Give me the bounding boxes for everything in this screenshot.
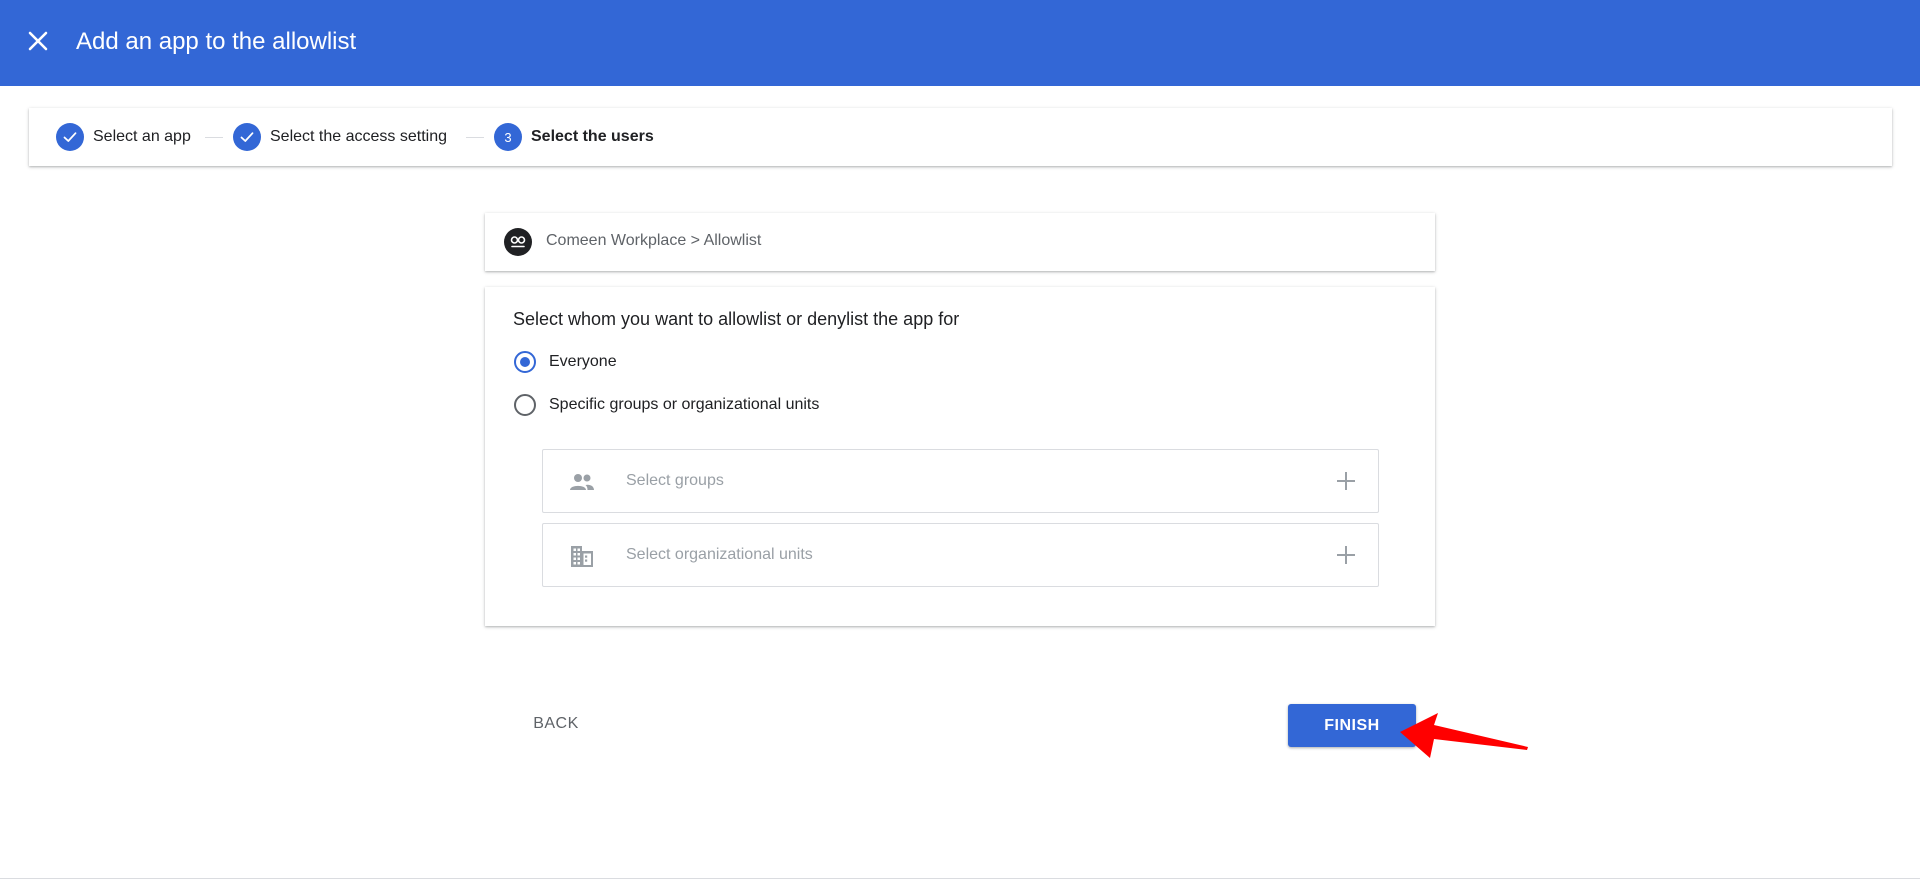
radio-everyone[interactable]: Everyone xyxy=(513,350,617,374)
radio-label: Specific groups or organizational units xyxy=(549,396,820,413)
step-complete-circle xyxy=(233,123,261,151)
step-label: Select the users xyxy=(531,128,654,145)
check-icon xyxy=(63,132,77,142)
groups-icon xyxy=(570,474,594,490)
back-button[interactable]: BACK xyxy=(518,704,594,744)
select-org-units-field[interactable]: Select organizational units xyxy=(542,523,1379,587)
radio-label: Everyone xyxy=(549,353,617,370)
step-complete-circle xyxy=(56,123,84,151)
red-arrow-annotation xyxy=(1400,713,1528,758)
select-groups-placeholder: Select groups xyxy=(626,472,724,489)
radio-unselected-icon xyxy=(514,394,536,416)
close-button[interactable] xyxy=(22,25,54,57)
step-connector xyxy=(466,137,484,138)
step-number-circle: 3 xyxy=(494,123,522,151)
building-icon xyxy=(571,546,593,567)
app-bar: Add an app to the allowlist xyxy=(0,0,1920,86)
select-groups-field[interactable]: Select groups xyxy=(542,449,1379,513)
stepper: Select an app Select the access setting … xyxy=(29,108,1892,166)
step-select-app[interactable]: Select an app xyxy=(56,123,191,151)
check-icon xyxy=(240,132,254,142)
step-connector xyxy=(205,137,223,138)
plus-icon[interactable] xyxy=(1334,543,1358,567)
radio-specific-groups[interactable]: Specific groups or organizational units xyxy=(513,393,819,417)
radio-selected-icon xyxy=(514,351,536,373)
close-icon xyxy=(28,31,48,51)
divider xyxy=(0,878,1920,879)
breadcrumb: Comeen Workplace > Allowlist xyxy=(485,213,1435,271)
select-org-units-placeholder: Select organizational units xyxy=(626,546,813,563)
app-logo xyxy=(504,228,532,256)
plus-icon[interactable] xyxy=(1334,469,1358,493)
page-title: Add an app to the allowlist xyxy=(76,28,357,55)
breadcrumb-text: Comeen Workplace > Allowlist xyxy=(546,232,762,249)
step-access-setting[interactable]: Select the access setting xyxy=(233,123,447,151)
step-label: Select an app xyxy=(93,128,191,145)
section-heading: Select whom you want to allowlist or den… xyxy=(513,309,960,329)
step-select-users[interactable]: 3 Select the users xyxy=(494,123,654,151)
user-selection-card: Select whom you want to allowlist or den… xyxy=(485,287,1435,626)
step-label: Select the access setting xyxy=(270,128,447,145)
